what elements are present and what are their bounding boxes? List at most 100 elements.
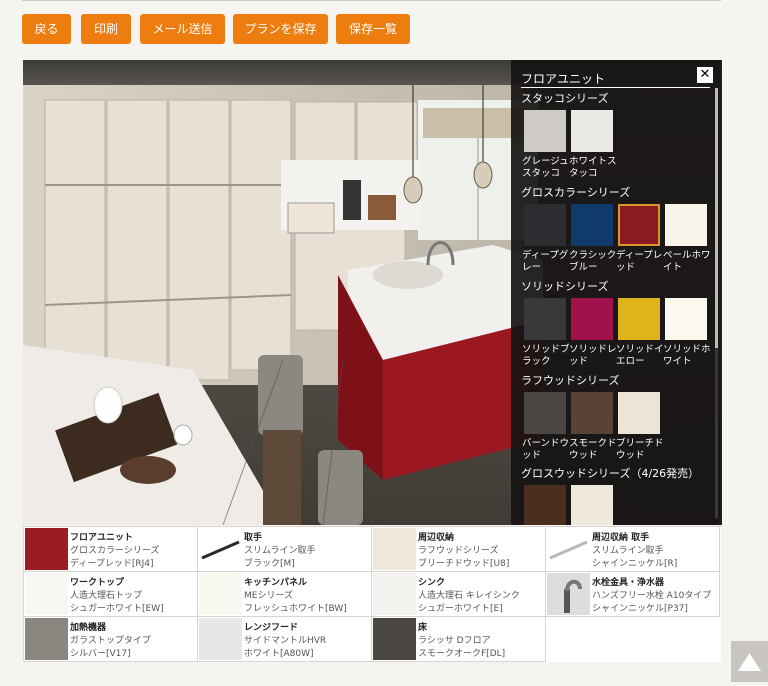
summary-title: フロアユニット: [70, 533, 134, 543]
summary-line1: ラシッサ Dフロア: [418, 636, 491, 646]
print-button[interactable]: 印刷: [81, 14, 131, 44]
selection-summary-table: フロアユニット グロスカラーシリーズ ディープレッド[RJ4] 取手 スリムライン取手ブ…: [23, 526, 721, 662]
swatch-label: ソリッドホワイト: [663, 344, 711, 367]
send-mail-button[interactable]: メール送信: [140, 14, 225, 44]
summary-cell[interactable]: シンク 人造大理石 キレイシンク シュガーホワイト[E]: [372, 572, 546, 617]
color-swatch[interactable]: [524, 204, 566, 246]
scrollbar-thumb[interactable]: [715, 88, 718, 348]
color-swatch[interactable]: [571, 204, 613, 246]
back-button[interactable]: 戻る: [22, 14, 71, 44]
summary-line1: MEシリーズ: [244, 591, 294, 601]
summary-line1: ハンズフリー水栓 A10タイプ: [592, 591, 712, 601]
summary-cell[interactable]: フロアユニットグロスカラーシリーズ ディープレッド[RJ4]: [24, 527, 198, 572]
summary-cell[interactable]: レンジフードサイドマントルHVR ホワイト[A80W]: [198, 617, 372, 662]
save-plan-button[interactable]: プランを保存: [233, 14, 328, 44]
series-title: グロスカラーシリーズ: [521, 186, 631, 199]
summary-cell[interactable]: 周辺収納 取手スリムライン取手シャインニッケル[R]: [546, 527, 720, 572]
summary-thumbnail: [547, 528, 590, 570]
series-title: ソリッドシリーズ: [521, 280, 609, 293]
summary-title: ワークトップ: [70, 578, 125, 588]
summary-title: 取手: [244, 533, 263, 543]
summary-title: シンク: [418, 578, 446, 588]
summary-thumbnail: [373, 528, 416, 570]
color-swatch[interactable]: [665, 298, 707, 340]
summary-thumbnail: [547, 573, 590, 615]
swatch-label: ディープレッド: [616, 250, 663, 273]
floor-unit-selection-panel: フロアユニット ✕ スタッコシリーズグレージュスタッコ ホワイトスタッコグロスカラ…: [511, 60, 722, 525]
summary-cell[interactable]: キッチンパネル MEシリーズフレッシュホワイト[BW]: [198, 572, 372, 617]
color-swatch[interactable]: [571, 110, 613, 152]
summary-line1: ラフウッドシリーズ: [418, 546, 499, 556]
swatch-label: ホワイトスタッコ: [569, 156, 617, 179]
color-swatch[interactable]: [571, 485, 613, 525]
summary-line2: ホワイト[A80W]: [244, 649, 314, 659]
summary-line1: スリムライン取手: [592, 546, 664, 556]
summary-line2: シュガーホワイト[EW]: [70, 604, 164, 614]
summary-title: レンジフード: [244, 623, 299, 633]
swatch-label: グレージュスタッコ: [522, 156, 569, 179]
color-swatch[interactable]: [524, 392, 566, 434]
summary-thumbnail: [25, 528, 68, 570]
swatch-label: ペールホワイト: [663, 250, 711, 273]
swatch-label: スモークドウッド: [569, 438, 617, 461]
summary-title: 水栓金具・浄水器: [592, 578, 665, 588]
top-divider: [22, 0, 721, 1]
swatch-label: ソリッドレッド: [569, 344, 617, 367]
summary-line2: ブラック[M]: [244, 559, 295, 569]
color-swatch[interactable]: [665, 204, 707, 246]
panel-title-underline: [521, 87, 710, 88]
swatch-label: ブリーチドウッド: [616, 438, 664, 461]
summary-line1: ガラストップタイプ: [70, 636, 151, 646]
color-swatch[interactable]: [524, 110, 566, 152]
summary-thumbnail: [25, 573, 68, 615]
summary-thumbnail: [199, 528, 242, 570]
summary-line2: シュガーホワイト[E]: [418, 604, 503, 614]
color-swatch[interactable]: [571, 298, 613, 340]
summary-title: 加熱機器: [70, 623, 107, 633]
swatch-label: クラシックブルー: [569, 250, 617, 273]
summary-thumbnail: [199, 573, 242, 615]
summary-title: 周辺収納 取手: [592, 533, 650, 543]
color-swatch[interactable]: [524, 298, 566, 340]
color-swatch[interactable]: [524, 485, 566, 525]
panel-title: フロアユニット: [521, 72, 606, 86]
summary-cell[interactable]: 加熱機器ガラストップタイプ シルバー[V17]: [24, 617, 198, 662]
summary-thumbnail: [25, 618, 68, 660]
summary-thumbnail: [199, 618, 242, 660]
summary-thumbnail: [373, 618, 416, 660]
summary-line1: サイドマントルHVR: [244, 636, 327, 646]
series-title: グロスウッドシリーズ（4/26発売）: [521, 467, 700, 480]
summary-line2: ブリーチドウッド[U8]: [418, 559, 510, 569]
color-swatch[interactable]: [571, 392, 613, 434]
scroll-to-top-button[interactable]: [731, 641, 768, 682]
summary-title: 周辺収納: [418, 533, 455, 543]
swatch-label: ディープグレー: [522, 250, 569, 273]
summary-line2: シルバー[V17]: [70, 649, 131, 659]
summary-cell[interactable]: 水栓金具・浄水器ハンズフリー水栓 A10タイプ シャインニッケル[P37]: [546, 572, 720, 617]
summary-line2: スモークオークF[DL]: [418, 649, 506, 659]
summary-title: キッチンパネル: [244, 578, 308, 588]
swatch-label: ソリッドイエロー: [616, 344, 664, 367]
arrow-up-icon: [738, 653, 761, 671]
summary-cell[interactable]: ワークトップ人造大理石トップシュガーホワイト[EW]: [24, 572, 198, 617]
summary-line2: シャインニッケル[P37]: [592, 604, 688, 614]
series-title: スタッコシリーズ: [521, 92, 609, 105]
summary-line1: 人造大理石トップ: [70, 591, 143, 601]
summary-cell[interactable]: 取手スリムライン取手 ブラック[M]: [198, 527, 372, 572]
summary-cell[interactable]: 周辺収納ラフウッドシリーズブリーチドウッド[U8]: [372, 527, 546, 572]
summary-line1: スリムライン取手: [244, 546, 316, 556]
summary-line2: ディープレッド[RJ4]: [70, 559, 154, 569]
color-swatch[interactable]: [618, 298, 660, 340]
summary-thumbnail: [373, 573, 416, 615]
color-swatch[interactable]: [618, 392, 660, 434]
series-title: ラフウッドシリーズ: [521, 374, 620, 387]
color-swatch[interactable]: [618, 204, 660, 246]
swatch-label: バーンドウッド: [522, 438, 570, 461]
close-icon[interactable]: ✕: [697, 67, 713, 83]
summary-line1: グロスカラーシリーズ: [70, 546, 160, 556]
summary-line2: フレッシュホワイト[BW]: [244, 604, 347, 614]
summary-title: 床: [418, 623, 428, 633]
summary-cell[interactable]: 床ラシッサ DフロアスモークオークF[DL]: [372, 617, 546, 662]
saved-list-button[interactable]: 保存一覧: [336, 14, 410, 44]
summary-line2: シャインニッケル[R]: [592, 559, 678, 569]
